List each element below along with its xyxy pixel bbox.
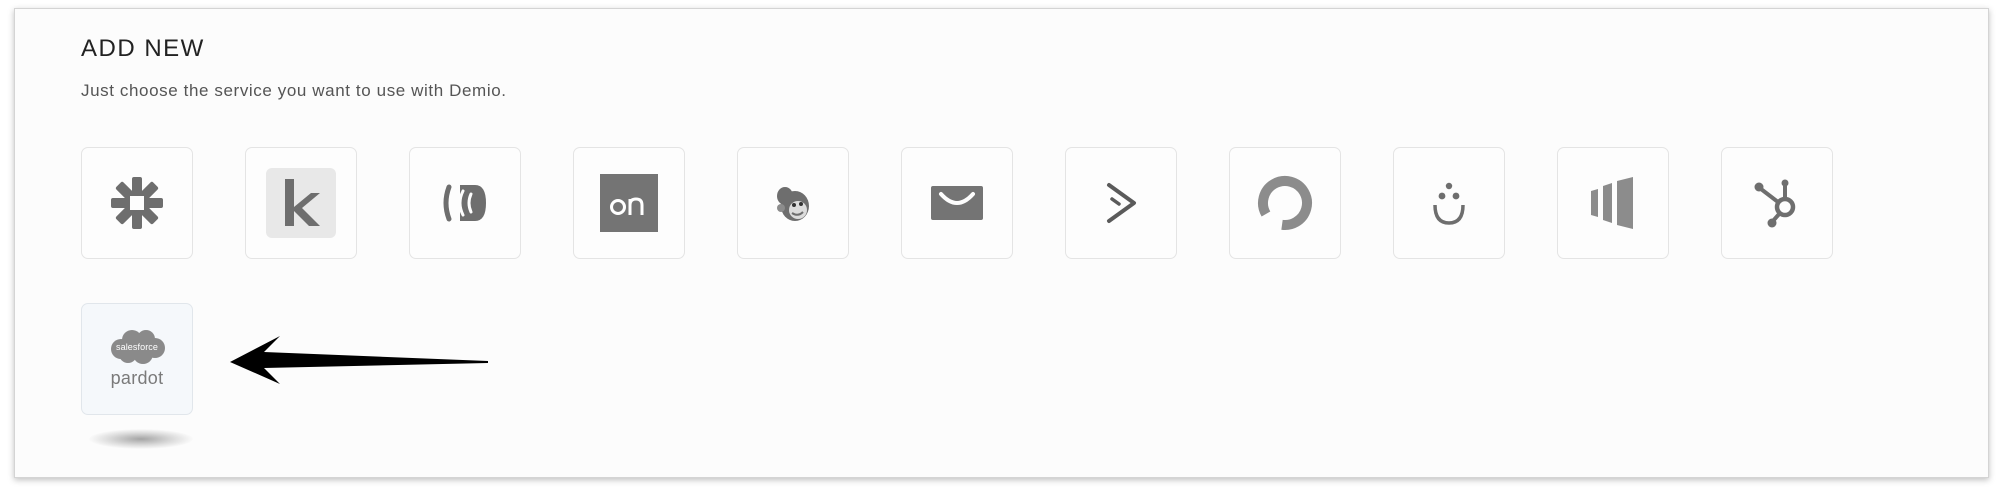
service-tile-hubspot[interactable] bbox=[1721, 147, 1833, 259]
zapier-icon bbox=[111, 177, 163, 229]
hubspot-icon bbox=[1754, 179, 1796, 228]
service-tile-convertkit[interactable] bbox=[409, 147, 521, 259]
service-tile-getresponse[interactable] bbox=[901, 147, 1013, 259]
service-tile-drip[interactable] bbox=[1393, 147, 1505, 259]
getresponse-icon bbox=[931, 186, 983, 220]
service-tile-mailchimp[interactable] bbox=[737, 147, 849, 259]
pardot-label: pardot bbox=[110, 368, 164, 388]
service-tile-marketo[interactable] bbox=[1557, 147, 1669, 259]
service-tile-pardot[interactable]: salesforce pardot bbox=[81, 303, 193, 415]
convertkit-icon bbox=[443, 184, 486, 222]
constantcontact-icon bbox=[1258, 176, 1312, 230]
drip-icon bbox=[1433, 182, 1465, 225]
activecampaign-icon bbox=[1107, 183, 1136, 223]
service-tile-keap[interactable] bbox=[245, 147, 357, 259]
service-tile-zapier[interactable] bbox=[81, 147, 193, 259]
add-integration-panel: ADD NEW Just choose the service you want… bbox=[14, 8, 1989, 478]
service-tile-constantcontact[interactable] bbox=[1229, 147, 1341, 259]
selected-tile-shadow bbox=[89, 429, 193, 449]
service-tile-ontraport[interactable] bbox=[573, 147, 685, 259]
pardot-icon: salesforce pardot bbox=[108, 329, 166, 389]
service-tile-activecampaign[interactable] bbox=[1065, 147, 1177, 259]
pointer-arrow-icon bbox=[230, 336, 488, 384]
section-subtitle: Just choose the service you want to use … bbox=[81, 81, 507, 100]
salesforce-label: salesforce bbox=[115, 342, 159, 352]
keap-icon bbox=[266, 168, 336, 238]
mailchimp-icon bbox=[777, 187, 809, 221]
section-title: ADD NEW bbox=[81, 35, 205, 62]
marketo-icon bbox=[1591, 177, 1633, 229]
ontraport-icon bbox=[600, 174, 658, 232]
salesforce-cloud-icon: salesforce bbox=[108, 329, 166, 365]
